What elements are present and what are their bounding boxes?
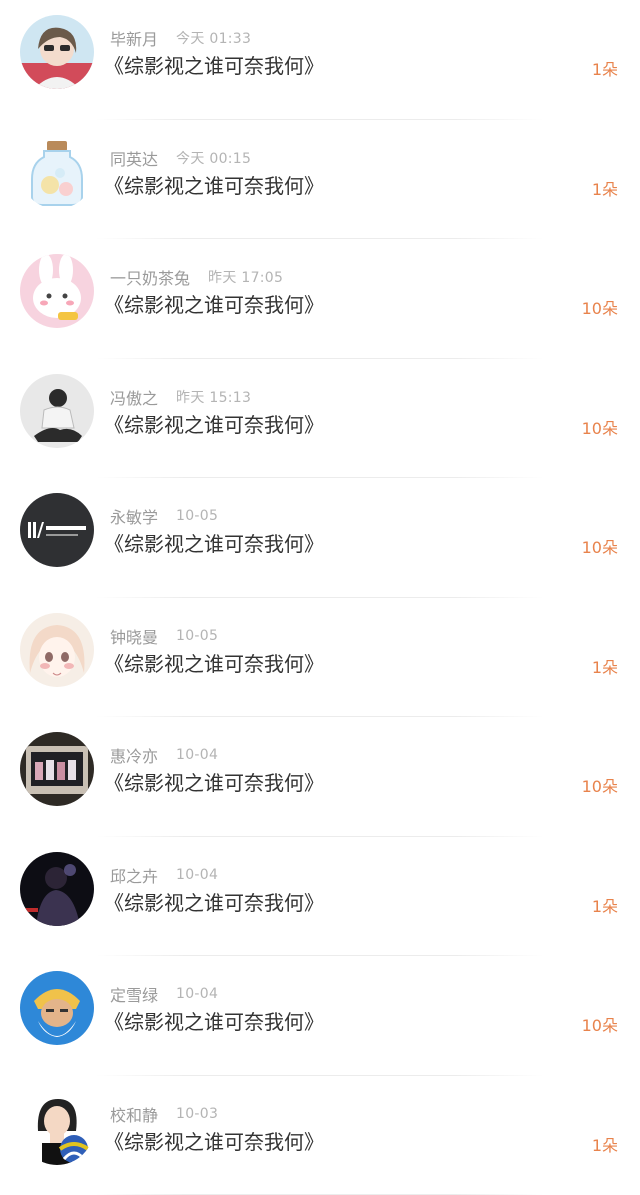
- book-title: 《综影视之谁可奈我何》: [104, 887, 324, 916]
- camera-screen-avatar[interactable]: [20, 732, 94, 806]
- flower-count: 1朵: [592, 1132, 618, 1156]
- row-meta: 冯傲之 昨天 15:13: [110, 385, 251, 409]
- gift-record-row[interactable]: 一只奶茶兔 昨天 17:05 《综影视之谁可奈我何》 10朵: [0, 239, 640, 359]
- timestamp: 昨天 15:13: [176, 387, 251, 407]
- timestamp: 10-04: [176, 747, 218, 763]
- username[interactable]: 邱之卉: [110, 863, 158, 887]
- username[interactable]: 一只奶茶兔: [110, 265, 190, 289]
- username[interactable]: 同英达: [110, 146, 158, 170]
- volleyball-kid-avatar[interactable]: [20, 1091, 94, 1165]
- timestamp: 昨天 17:05: [208, 267, 283, 287]
- flower-count: 10朵: [582, 415, 618, 439]
- bottle-avatar[interactable]: [20, 135, 94, 209]
- username[interactable]: 惠冷亦: [110, 743, 158, 767]
- book-title: 《综影视之谁可奈我何》: [104, 1126, 324, 1155]
- username[interactable]: 钟晓曼: [110, 624, 158, 648]
- flower-count: 1朵: [592, 893, 618, 917]
- gift-record-row[interactable]: 毕新月 今天 01:33 《综影视之谁可奈我何》 1朵: [0, 0, 640, 120]
- username[interactable]: 定雪绿: [110, 982, 158, 1006]
- flower-count: 10朵: [582, 773, 618, 797]
- gift-record-row[interactable]: 永敏学 10-05 《综影视之谁可奈我何》 10朵: [0, 478, 640, 598]
- username[interactable]: 永敏学: [110, 504, 158, 528]
- girl-selfie-avatar[interactable]: [20, 15, 94, 89]
- flower-count: 10朵: [582, 1012, 618, 1036]
- timestamp: 10-05: [176, 508, 218, 524]
- book-title: 《综影视之谁可奈我何》: [104, 289, 324, 318]
- book-title: 《综影视之谁可奈我何》: [104, 409, 324, 438]
- pink-bunny-avatar[interactable]: [20, 254, 94, 328]
- row-meta: 校和静 10-03: [110, 1102, 218, 1126]
- book-title: 《综影视之谁可奈我何》: [104, 1006, 324, 1035]
- flower-count: 1朵: [592, 654, 618, 678]
- username[interactable]: 校和静: [110, 1102, 158, 1126]
- timestamp: 10-05: [176, 628, 218, 644]
- row-meta: 一只奶茶兔 昨天 17:05: [110, 265, 283, 289]
- book-title: 《综影视之谁可奈我何》: [104, 528, 324, 557]
- book-title: 《综影视之谁可奈我何》: [104, 50, 324, 79]
- gift-record-row[interactable]: 冯傲之 昨天 15:13 《综影视之谁可奈我何》 10朵: [0, 359, 640, 479]
- timestamp: 10-04: [176, 867, 218, 883]
- row-meta: 惠冷亦 10-04: [110, 743, 218, 767]
- warrior-avatar[interactable]: [20, 971, 94, 1045]
- timestamp: 10-03: [176, 1106, 218, 1122]
- username[interactable]: 毕新月: [110, 26, 158, 50]
- concert-avatar[interactable]: [20, 852, 94, 926]
- anime-girl-avatar[interactable]: [20, 613, 94, 687]
- row-meta: 邱之卉 10-04: [110, 863, 218, 887]
- row-meta: 钟晓曼 10-05: [110, 624, 218, 648]
- username[interactable]: 冯傲之: [110, 385, 158, 409]
- flower-count: 10朵: [582, 534, 618, 558]
- book-title: 《综影视之谁可奈我何》: [104, 767, 324, 796]
- row-meta: 定雪绿 10-04: [110, 982, 218, 1006]
- gift-record-row[interactable]: 邱之卉 10-04 《综影视之谁可奈我何》 1朵: [0, 837, 640, 957]
- gift-record-row[interactable]: 定雪绿 10-04 《综影视之谁可奈我何》 10朵: [0, 956, 640, 1076]
- gift-record-row[interactable]: 同英达 今天 00:15 《综影视之谁可奈我何》 1朵: [0, 120, 640, 240]
- flower-count: 1朵: [592, 56, 618, 80]
- row-meta: 永敏学 10-05: [110, 504, 218, 528]
- company-logo-avatar[interactable]: [20, 493, 94, 567]
- sitting-person-avatar[interactable]: [20, 374, 94, 448]
- gift-record-row[interactable]: 校和静 10-03 《综影视之谁可奈我何》 1朵: [0, 1076, 640, 1195]
- gift-record-row[interactable]: 惠冷亦 10-04 《综影视之谁可奈我何》 10朵: [0, 717, 640, 837]
- gift-record-list: 毕新月 今天 01:33 《综影视之谁可奈我何》 1朵 同英达 今天 00:15…: [0, 0, 640, 1180]
- book-title: 《综影视之谁可奈我何》: [104, 648, 324, 677]
- row-meta: 同英达 今天 00:15: [110, 146, 251, 170]
- flower-count: 10朵: [582, 295, 618, 319]
- timestamp: 10-04: [176, 986, 218, 1002]
- gift-record-row[interactable]: 钟晓曼 10-05 《综影视之谁可奈我何》 1朵: [0, 598, 640, 718]
- row-meta: 毕新月 今天 01:33: [110, 26, 251, 50]
- timestamp: 今天 00:15: [176, 148, 251, 168]
- timestamp: 今天 01:33: [176, 28, 251, 48]
- book-title: 《综影视之谁可奈我何》: [104, 170, 324, 199]
- flower-count: 1朵: [592, 176, 618, 200]
